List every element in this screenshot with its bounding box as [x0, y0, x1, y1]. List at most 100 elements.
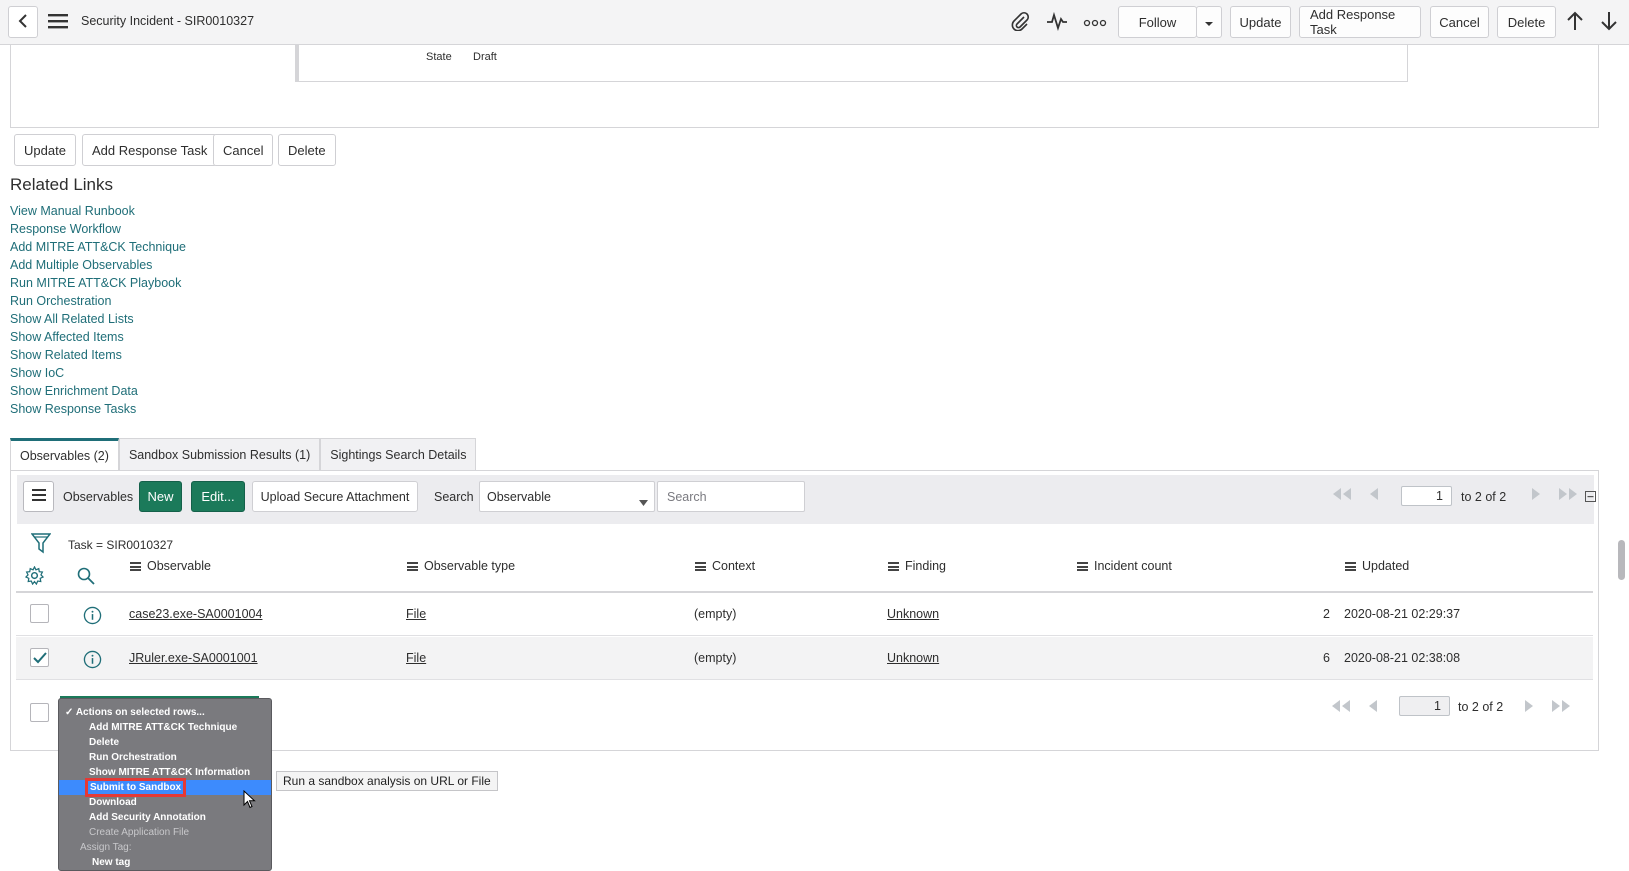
menu-item-run-orchestration[interactable]: Run Orchestration [59, 750, 271, 765]
page-number-input[interactable]: 1 [1399, 696, 1450, 716]
add-response-task-button-bottom[interactable]: Add Response Task [82, 134, 218, 166]
form-section: State Draft [10, 44, 1599, 128]
arrow-up-icon [1566, 11, 1584, 34]
delete-button-bottom[interactable]: Delete [278, 134, 336, 166]
next-page-icon[interactable] [1531, 488, 1541, 503]
previous-page-icon[interactable] [1369, 488, 1379, 503]
new-button[interactable]: New [139, 481, 182, 512]
last-page-icon[interactable] [1557, 488, 1579, 503]
collapse-icon[interactable] [1585, 490, 1596, 505]
link-show-affected-items[interactable]: Show Affected Items [10, 330, 124, 344]
select-all-checkbox[interactable] [30, 703, 49, 722]
menu-item-delete[interactable]: Delete [59, 735, 271, 750]
last-page-icon[interactable] [1550, 700, 1572, 715]
menu-item-submit-to-sandbox[interactable]: Submit to Sandbox [59, 778, 271, 797]
tab-sandbox-submission-results[interactable]: Sandbox Submission Results (1) [118, 438, 321, 471]
previous-page-icon[interactable] [1368, 700, 1378, 715]
link-show-ioc[interactable]: Show IoC [10, 366, 64, 380]
column-header-context[interactable]: Context [695, 559, 755, 573]
observable-link[interactable]: JRuler.exe-SA0001001 [129, 651, 258, 665]
link-add-mitre-technique[interactable]: Add MITRE ATT&CK Technique [10, 240, 186, 254]
column-header-observable[interactable]: Observable [130, 559, 211, 573]
top-bar: Security Incident - SIR0010327 Follow Up… [0, 0, 1629, 45]
observable-link[interactable]: case23.exe-SA0001004 [129, 607, 262, 621]
menu-item-new-tag[interactable]: New tag [59, 855, 271, 870]
link-response-workflow[interactable]: Response Workflow [10, 222, 121, 236]
follow-dropdown-button[interactable] [1196, 6, 1222, 38]
updated-value: 2020-08-21 02:38:08 [1344, 651, 1461, 665]
attachment-button[interactable] [1008, 10, 1032, 34]
link-run-orchestration[interactable]: Run Orchestration [10, 294, 111, 308]
column-header-updated[interactable]: Updated [1345, 559, 1409, 573]
link-show-all-related-lists[interactable]: Show All Related Lists [10, 312, 134, 326]
menu-button[interactable] [46, 10, 70, 34]
page-title: Security Incident - SIR0010327 [81, 14, 255, 28]
row-checkbox[interactable] [30, 648, 49, 667]
observable-type-link[interactable]: File [406, 651, 426, 665]
hamburger-icon [48, 13, 68, 32]
search-columns-icon[interactable] [77, 567, 95, 588]
page-number-input[interactable]: 1 [1401, 486, 1452, 506]
previous-record-button[interactable] [1563, 10, 1587, 34]
menu-group-assign-tag: Assign Tag: [80, 842, 132, 853]
first-page-icon[interactable] [1330, 700, 1352, 715]
personalize-list-gear-icon[interactable] [24, 565, 45, 588]
cancel-button-bottom[interactable]: Cancel [213, 134, 274, 166]
delete-button[interactable]: Delete [1497, 6, 1556, 38]
next-record-button[interactable] [1597, 10, 1621, 34]
page-scrollbar[interactable] [1618, 540, 1625, 580]
observable-type-link[interactable]: File [406, 607, 426, 621]
menu-item-add-security-annotation[interactable]: Add Security Annotation [59, 810, 271, 825]
activity-button[interactable] [1044, 10, 1070, 34]
link-view-manual-runbook[interactable]: View Manual Runbook [10, 204, 135, 218]
column-menu-icon [695, 561, 706, 571]
info-icon[interactable] [83, 650, 102, 672]
menu-item-show-mitre-information[interactable]: Show MITRE ATT&CK Information [59, 765, 271, 780]
link-show-related-items[interactable]: Show Related Items [10, 348, 122, 362]
update-button[interactable]: Update [1230, 6, 1291, 38]
edit-button[interactable]: Edit... [191, 481, 245, 512]
menu-item-download[interactable]: Download [59, 795, 271, 810]
follow-button[interactable]: Follow [1118, 6, 1197, 38]
upload-secure-attachment-button[interactable]: Upload Secure Attachment [252, 481, 418, 512]
cancel-button[interactable]: Cancel [1430, 6, 1489, 38]
first-page-icon[interactable] [1331, 488, 1353, 503]
info-icon[interactable] [83, 606, 102, 628]
column-menu-icon [130, 561, 141, 571]
tab-sightings-search-details[interactable]: Sightings Search Details [320, 438, 477, 471]
checkmark-icon: ✓ [65, 707, 74, 718]
context-value: (empty) [694, 607, 737, 621]
column-header-observable-type[interactable]: Observable type [407, 559, 515, 573]
update-button-bottom[interactable]: Update [14, 134, 76, 166]
menu-item-add-mitre-technique[interactable]: Add MITRE ATT&CK Technique [59, 720, 271, 735]
actions-dropdown-menu[interactable]: ✓ Actions on selected rows... Add MITRE … [58, 698, 272, 871]
row-checkbox[interactable] [30, 604, 49, 623]
menu-item-actions-header[interactable]: ✓ Actions on selected rows... [59, 705, 271, 720]
paperclip-icon [1010, 11, 1030, 34]
finding-link[interactable]: Unknown [887, 651, 939, 665]
tab-observables[interactable]: Observables (2) [10, 438, 119, 471]
search-input[interactable]: Search [657, 481, 805, 512]
search-field-select[interactable]: Observable [479, 481, 655, 512]
link-add-multiple-observables[interactable]: Add Multiple Observables [10, 258, 152, 272]
mouse-cursor-icon [243, 789, 256, 812]
finding-link[interactable]: Unknown [887, 607, 939, 621]
updated-value: 2020-08-21 02:29:37 [1344, 607, 1461, 621]
list-menu-button[interactable] [23, 481, 54, 512]
next-page-icon[interactable] [1524, 700, 1534, 715]
column-header-incident-count[interactable]: Incident count [1077, 559, 1172, 573]
more-options-button[interactable] [1081, 10, 1109, 34]
link-show-enrichment-data[interactable]: Show Enrichment Data [10, 384, 138, 398]
add-response-task-button[interactable]: Add Response Task [1299, 6, 1421, 38]
tooltip: Run a sandbox analysis on URL or File [276, 771, 498, 791]
link-run-mitre-playbook[interactable]: Run MITRE ATT&CK Playbook [10, 276, 181, 290]
search-field-value: Observable [487, 490, 551, 504]
column-label: Updated [1362, 559, 1410, 573]
filter-breadcrumb[interactable]: Task = SIR0010327 [68, 538, 173, 552]
filter-funnel-icon[interactable] [30, 532, 52, 557]
menu-item-label: Actions on selected rows... [75, 707, 205, 718]
state-value: Draft [473, 51, 497, 63]
link-show-response-tasks[interactable]: Show Response Tasks [10, 402, 136, 416]
back-button[interactable] [8, 6, 38, 38]
column-header-finding[interactable]: Finding [888, 559, 946, 573]
